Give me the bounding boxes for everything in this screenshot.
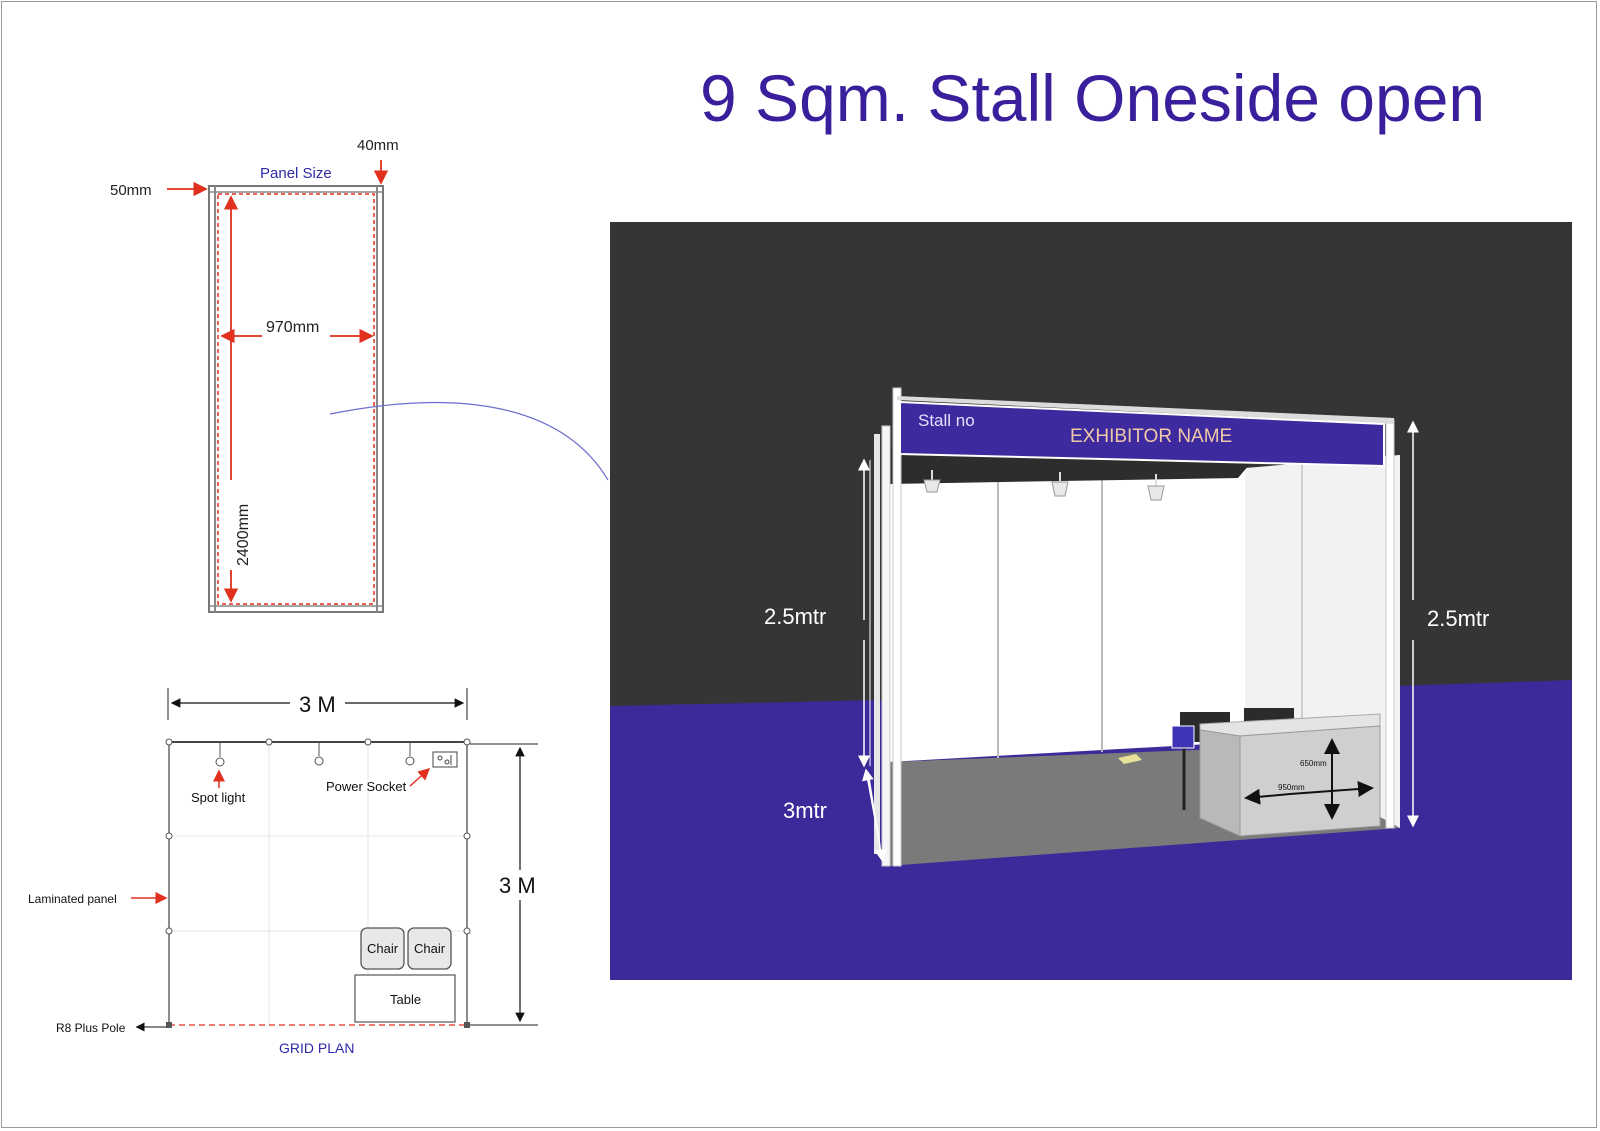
fascia-exhibitor-name: EXHIBITOR NAME [1070,426,1232,447]
power-socket-icon [432,751,458,768]
right-height-dim: 2.5mtr [1427,606,1489,631]
diagram-canvas: 50mm 40mm Panel Size 970mm 2400mm 3 M 3 … [28,137,1572,1056]
chair-label: Chair [367,941,399,956]
panel-drawing: 50mm 40mm Panel Size 970mm 2400mm [110,137,399,613]
spot-light-icon [215,742,225,767]
power-socket-label: Power Socket [326,779,407,794]
pole-label: R8 Plus Pole [56,1021,126,1035]
table-label: Table [390,992,421,1007]
spot-light-icon [314,742,324,766]
panel-height-dim: 2400mm [235,504,252,566]
left-height-dim: 2.5mtr [764,604,826,629]
panel-width-dim: 970mm [266,319,319,336]
table-height-dim: 650mm [1300,759,1327,768]
front-right-post [1385,419,1395,829]
grid-plan: 3 M 3 M Spot light Power Socket Laminate… [28,688,538,1056]
table-width-dim: 950mm [1278,783,1305,792]
table-front [1239,725,1381,837]
chair-label: Chair [414,941,446,956]
connector-curve [329,401,609,481]
panel-top-dim: 40mm [357,137,399,154]
panel-size-label: Panel Size [260,165,332,182]
panel-side-dim: 50mm [110,182,152,199]
grid-width-dim: 3 M [299,692,336,717]
fascia-stall-no: Stall no [918,411,975,430]
front-left-post [892,387,902,867]
pole-marker [166,1022,172,1028]
depth-dim: 3mtr [783,798,827,823]
spot-light-label: Spot light [191,790,246,805]
stall-render: Stall no EXHIBITOR NAME 650mm 950mm 2.5m… [610,222,1572,980]
grid-depth-dim: 3 M [499,873,536,898]
spot-light-icon [405,742,415,766]
laminated-panel-label: Laminated panel [28,892,117,906]
grid-plan-caption: GRID PLAN [279,1040,354,1056]
